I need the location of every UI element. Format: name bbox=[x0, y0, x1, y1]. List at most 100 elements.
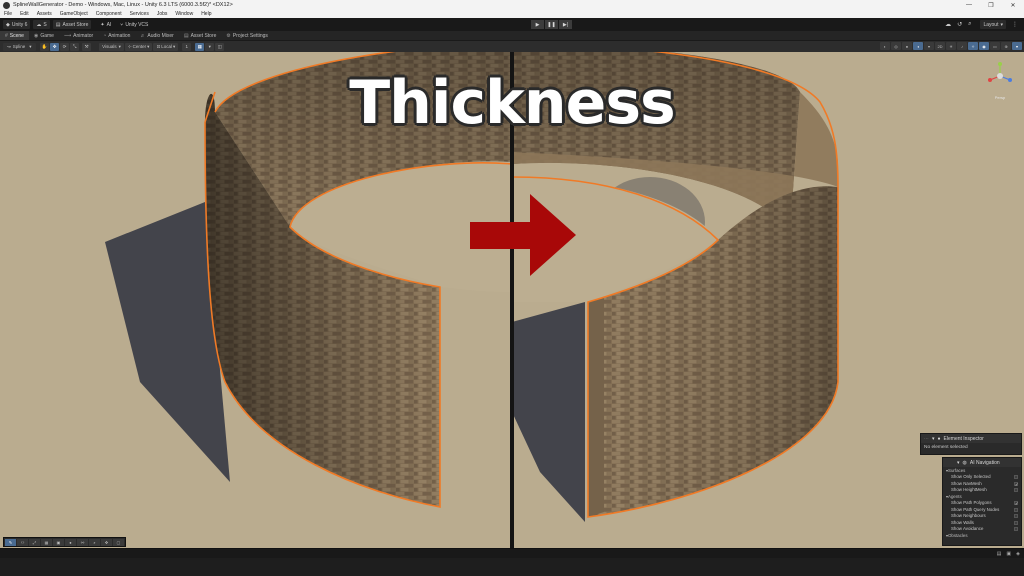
move-tool-icon[interactable]: ✥ bbox=[101, 539, 112, 546]
checkbox[interactable] bbox=[1014, 520, 1018, 525]
move-tool-icon[interactable]: ✥ bbox=[50, 42, 60, 51]
lit-shading-icon[interactable]: ◑ bbox=[913, 42, 923, 50]
visibility-toggle-icon[interactable]: ◉ bbox=[979, 42, 989, 50]
chevron-down-icon: ▾ bbox=[1000, 21, 1003, 28]
pivot-rotation-dropdown[interactable]: ⊡ Local ▾ bbox=[153, 42, 179, 51]
tab-game[interactable]: ◉ Game bbox=[29, 31, 59, 40]
ai-button[interactable]: ✦ AI bbox=[97, 20, 114, 29]
gizmos-dropdown-icon[interactable]: ▾ bbox=[1012, 42, 1022, 50]
axis-gizmo-icon bbox=[988, 62, 1012, 82]
checkbox[interactable] bbox=[1014, 488, 1018, 492]
asset-store-label: Asset Store bbox=[62, 21, 89, 28]
increment-snap-icon[interactable]: ◫ bbox=[215, 42, 225, 51]
more-options-icon[interactable]: ⋮ bbox=[1012, 21, 1018, 28]
rotate-tool-icon[interactable]: ⟳ bbox=[60, 42, 70, 51]
collapse-icon[interactable]: ▾ bbox=[932, 436, 935, 442]
projection-label[interactable]: Persp bbox=[986, 95, 1014, 100]
link-tool-icon[interactable]: ⚯ bbox=[77, 539, 88, 546]
search-icon[interactable]: ⌕ bbox=[968, 21, 971, 28]
vcs-button[interactable]: ⑂ Unity VCS bbox=[117, 20, 151, 29]
knot-tool-icon[interactable]: ⚇ bbox=[17, 539, 28, 546]
tab-audio-mixer[interactable]: ♬ Audio Mixer bbox=[135, 31, 178, 40]
navigation-icon: ◍ bbox=[962, 459, 967, 466]
menu-jobs[interactable]: Jobs bbox=[153, 11, 172, 17]
checkbox-checked[interactable]: ✓ bbox=[1014, 501, 1018, 506]
step-icon[interactable]: ▶| bbox=[559, 20, 572, 29]
hand-tool-icon[interactable]: ✋ bbox=[39, 42, 50, 51]
pivot-center-dropdown[interactable]: ⊹ Center ▾ bbox=[124, 42, 153, 51]
spline-tool-dropdown[interactable]: ↝ Spline ▾ bbox=[3, 42, 36, 51]
close-button[interactable]: ✕ bbox=[1002, 0, 1024, 10]
debug-mode-icon[interactable]: ◈ bbox=[1016, 551, 1020, 557]
snap-value-field[interactable]: 1 bbox=[182, 42, 192, 51]
menu-help[interactable]: Help bbox=[197, 11, 215, 17]
ai-navigation-header[interactable]: ▾ ◍ AI Navigation bbox=[943, 458, 1021, 467]
notifications-icon[interactable]: ▣ bbox=[1006, 551, 1011, 557]
audio-toggle-icon[interactable]: ♪ bbox=[957, 42, 967, 50]
draw-spline-icon[interactable]: ✎ bbox=[5, 539, 16, 546]
cloud-services-icon[interactable]: ☁ bbox=[945, 21, 951, 28]
checkbox[interactable] bbox=[1014, 527, 1018, 531]
menu-edit[interactable]: Edit bbox=[16, 11, 33, 17]
history-icon[interactable]: ↺ bbox=[957, 21, 962, 28]
grid-snap-icon[interactable]: ▦ bbox=[195, 42, 205, 51]
tab-scene[interactable]: # Scene bbox=[0, 31, 29, 40]
account-button[interactable]: ◆ Unity 6 bbox=[3, 20, 31, 29]
unity-account-icon: ◆ bbox=[6, 21, 10, 28]
scene-toolbar: ↝ Spline ▾ ✋ ✥ ⟳ ⤡ ⚒ Visuals ▾ ⊹ Center … bbox=[0, 41, 1024, 52]
pause-icon[interactable]: ❚❚ bbox=[545, 20, 558, 29]
tab-project-settings[interactable]: ⚙ Project Settings bbox=[221, 31, 273, 40]
maximize-button[interactable]: ❐ bbox=[980, 0, 1002, 10]
wireframe-icon[interactable]: ◎ bbox=[891, 42, 901, 50]
layout-dropdown[interactable]: Layout ▾ bbox=[980, 20, 1006, 29]
menu-assets[interactable]: Assets bbox=[33, 11, 56, 17]
camera-icon[interactable]: ▭ bbox=[990, 42, 1000, 50]
lighting-toggle-icon[interactable]: ☀ bbox=[946, 42, 956, 50]
checkbox-checked[interactable]: ✓ bbox=[1014, 481, 1018, 486]
option-label: Show Only Selected bbox=[951, 474, 991, 480]
tab-animation[interactable]: ◔ Animation bbox=[98, 31, 135, 40]
cloud-icon: ☁ bbox=[36, 21, 42, 28]
checkbox[interactable] bbox=[1014, 475, 1018, 479]
visuals-dropdown[interactable]: Visuals ▾ bbox=[99, 42, 124, 51]
scene-orientation-gizmo[interactable]: Persp bbox=[986, 60, 1014, 100]
custom-tool-icon[interactable]: ⚒ bbox=[82, 42, 92, 51]
shaded-icon[interactable]: ● bbox=[902, 42, 912, 50]
cloud-button[interactable]: ☁ S bbox=[33, 20, 50, 29]
ai-navigation-panel: ▾ ◍ AI Navigation Surfaces Show Only Sel… bbox=[942, 457, 1022, 546]
progress-icon[interactable]: ▤ bbox=[997, 551, 1002, 557]
zoom-tool-icon[interactable]: ⌕ bbox=[89, 539, 100, 546]
checkbox[interactable] bbox=[1014, 514, 1018, 518]
group-obstacles[interactable]: Obstacles bbox=[943, 532, 1021, 539]
tab-animator[interactable]: ⟿ Animator bbox=[59, 31, 98, 40]
scene-viewport[interactable]: Thickness Persp bbox=[0, 52, 1024, 548]
tab-asset-store[interactable]: ▤ Asset Store bbox=[179, 31, 222, 40]
collapse-icon[interactable]: ▾ bbox=[957, 460, 960, 466]
menu-window[interactable]: Window bbox=[171, 11, 197, 17]
menu-file[interactable]: File bbox=[0, 11, 16, 17]
draw-mode-icon[interactable]: ▾ bbox=[924, 42, 934, 50]
checkbox[interactable] bbox=[1014, 507, 1018, 512]
asset-store-button[interactable]: ▤ Asset Store bbox=[52, 20, 92, 29]
scale-tool-icon[interactable]: ⤡ bbox=[70, 42, 80, 51]
frame-tool-icon[interactable]: ▢ bbox=[113, 539, 124, 546]
play-icon[interactable]: ▶ bbox=[531, 20, 544, 29]
menu-services[interactable]: Services bbox=[126, 11, 153, 17]
minimize-button[interactable]: — bbox=[958, 0, 980, 10]
gizmos-icon[interactable]: ⊕ bbox=[1001, 42, 1011, 50]
tangent-tool-icon[interactable]: ⤢ bbox=[29, 539, 40, 546]
element-inspector-header[interactable]: ⋯ ▾ ● Element Inspector bbox=[921, 434, 1021, 443]
circle-tool-icon[interactable]: ● bbox=[65, 539, 76, 546]
drag-handle-icon[interactable]: ⋯ bbox=[924, 436, 929, 442]
grid-tool-icon[interactable]: ▦ bbox=[41, 539, 52, 546]
orientation-icon[interactable]: ◐ bbox=[880, 42, 890, 50]
2d-toggle-icon[interactable]: 2D bbox=[935, 42, 945, 50]
element-inspector-title: Element Inspector bbox=[943, 435, 984, 442]
menu-gameobject[interactable]: GameObject bbox=[56, 11, 92, 17]
effects-toggle-icon[interactable]: ✧ bbox=[968, 42, 978, 50]
grid-options-icon[interactable]: ▾ bbox=[205, 42, 215, 51]
menu-component[interactable]: Component bbox=[92, 11, 126, 17]
image-tool-icon[interactable]: ▣ bbox=[53, 539, 64, 546]
cloud-label: S bbox=[43, 21, 47, 28]
store-icon: ▤ bbox=[55, 21, 61, 28]
